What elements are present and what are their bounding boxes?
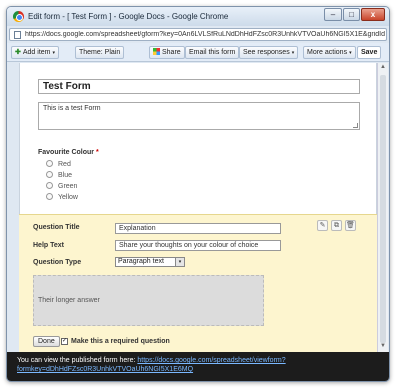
- radio-icon[interactable]: [46, 193, 53, 200]
- question-type-label: Question Type: [33, 259, 82, 266]
- question-title-label: Question Title: [33, 224, 80, 231]
- title-bar: Edit form - [ Test Form ] - Google Docs …: [7, 7, 389, 26]
- scroll-up-icon[interactable]: ▲: [379, 64, 387, 73]
- form-description-input[interactable]: This is a test Form: [38, 102, 360, 130]
- radio-icon[interactable]: [46, 182, 53, 189]
- address-bar[interactable]: https://docs.google.com/spreadsheet/gfor…: [9, 28, 387, 41]
- edit-icon[interactable]: ✎: [317, 220, 328, 231]
- maximize-button[interactable]: □: [343, 8, 360, 21]
- form-description-text: This is a test Form: [43, 105, 101, 112]
- question-type-value: Paragraph text: [118, 258, 164, 265]
- theme-label: Theme: Plain: [79, 49, 121, 56]
- radio-icon[interactable]: [46, 171, 53, 178]
- see-responses-button[interactable]: See responses ▾: [239, 46, 299, 59]
- browser-window: Edit form - [ Test Form ] - Google Docs …: [6, 6, 390, 382]
- more-actions-button[interactable]: More actions ▾: [303, 46, 356, 59]
- option-label: Green: [58, 183, 78, 190]
- option-yellow[interactable]: Yellow: [46, 193, 78, 201]
- required-checkbox-label: Make this a required question: [71, 338, 170, 345]
- question-type-select[interactable]: Paragraph text ▾: [115, 257, 185, 267]
- scrollbar[interactable]: ▲ ▼: [377, 63, 388, 353]
- required-checkbox[interactable]: ✓: [61, 338, 68, 345]
- minimize-button[interactable]: –: [324, 8, 342, 21]
- required-mark: *: [96, 149, 99, 156]
- chevron-down-icon[interactable]: ▾: [175, 258, 184, 266]
- add-item-label: Add item: [22, 49, 51, 56]
- scroll-down-icon[interactable]: ▼: [379, 343, 387, 352]
- option-label: Yellow: [58, 194, 78, 201]
- option-blue[interactable]: Blue: [46, 171, 72, 179]
- close-button[interactable]: x: [361, 8, 385, 21]
- window-title: Edit form - [ Test Form ] - Google Docs …: [28, 12, 229, 21]
- more-actions-label: More actions: [307, 49, 348, 56]
- delete-icon[interactable]: 🗑: [345, 220, 356, 231]
- option-label: Blue: [58, 172, 73, 179]
- duplicate-icon[interactable]: ⧉: [331, 220, 342, 231]
- radio-icon[interactable]: [46, 160, 53, 167]
- resize-icon[interactable]: [353, 123, 358, 128]
- question-edit-panel: ✎ ⧉ 🗑 Question Title Explanation Help Te…: [19, 214, 377, 353]
- see-responses-label: See responses: [243, 49, 290, 56]
- chevron-down-icon: ▾: [349, 50, 352, 56]
- done-button[interactable]: Done: [33, 336, 60, 347]
- option-label: Red: [58, 161, 71, 168]
- question-title-text: Favourite Colour: [38, 149, 95, 156]
- add-item-button[interactable]: ✚ Add item ▾: [11, 46, 60, 59]
- page-icon: [14, 31, 21, 39]
- chevron-down-icon: ▾: [291, 50, 295, 56]
- notice-text: You can view the published form here:: [17, 357, 136, 364]
- option-red[interactable]: Red: [46, 160, 71, 168]
- option-green[interactable]: Green: [46, 182, 77, 190]
- question-title-input[interactable]: Explanation: [115, 223, 281, 234]
- share-button[interactable]: Share: [149, 46, 185, 59]
- email-form-button[interactable]: Email this form: [185, 46, 240, 59]
- answer-preview: Their longer answer: [33, 275, 264, 326]
- url-text: https://docs.google.com/spreadsheet/gfor…: [25, 31, 385, 38]
- chrome-icon: [13, 11, 24, 22]
- theme-button[interactable]: Theme: Plain: [75, 46, 125, 59]
- form-toolbar: ✚ Add item ▾ Theme: Plain Share Email this…: [7, 43, 389, 62]
- save-button[interactable]: Save: [357, 46, 382, 59]
- share-label: Share: [162, 49, 181, 56]
- question-title: Favourite Colour *: [38, 149, 99, 156]
- published-form-notice: You can view the published form here: ht…: [7, 352, 389, 381]
- help-text-label: Help Text: [33, 242, 64, 249]
- scroll-thumb[interactable]: [380, 75, 386, 343]
- email-form-label: Email this form: [189, 49, 236, 56]
- share-icon: [153, 48, 160, 55]
- form-title-input[interactable]: Test Form: [38, 79, 360, 94]
- help-text-input[interactable]: Share your thoughts on your colour of ch…: [115, 240, 281, 251]
- add-icon: ✚: [15, 49, 21, 56]
- chevron-down-icon: ▾: [52, 50, 56, 56]
